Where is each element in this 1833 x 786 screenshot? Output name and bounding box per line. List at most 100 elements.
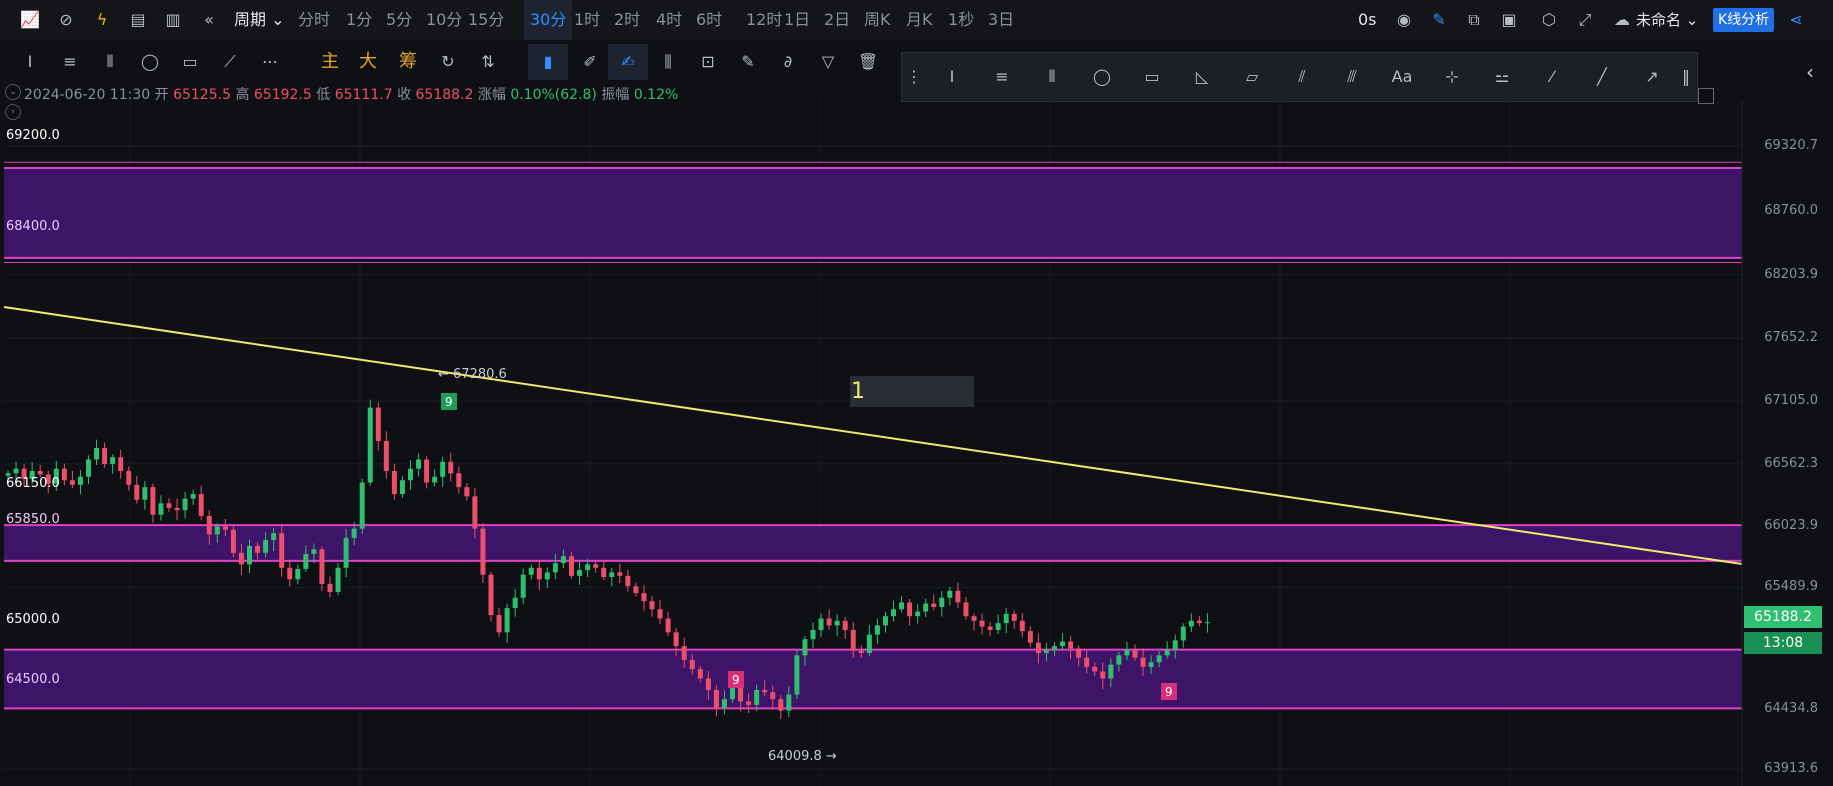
candle-body-53 <box>432 476 438 483</box>
candle-body-139 <box>1124 649 1130 656</box>
candle-body-127 <box>1027 631 1033 643</box>
candle-body-29 <box>238 552 244 565</box>
candle-body-101 <box>818 618 824 630</box>
tab-timeframe-5[interactable]: 30分 <box>524 0 573 40</box>
compare-icon[interactable]: ⇅ <box>476 50 500 74</box>
tab-timeframe-9[interactable]: 6时 <box>696 0 722 40</box>
tab-timeframe-4[interactable]: 15分 <box>468 0 504 40</box>
scroll-handle-icon[interactable]: ‖ <box>1680 65 1692 89</box>
vlines-icon[interactable]: ⦀ <box>1040 65 1064 89</box>
channel-icon[interactable]: ⫽ <box>1290 65 1314 89</box>
tab-timeframe-2[interactable]: 5分 <box>386 0 412 40</box>
candle-body-74 <box>601 567 607 577</box>
candle-body-47 <box>383 441 389 471</box>
segment-icon[interactable]: ⊹ <box>1440 65 1464 89</box>
candle-body-23 <box>190 494 196 499</box>
price-range-icon[interactable]: ⚍ <box>1490 65 1514 89</box>
open-value: 65125.5 <box>173 87 231 103</box>
hlines-icon[interactable]: ≡ <box>58 50 82 74</box>
collapse-icon[interactable]: ⌄ <box>5 84 21 100</box>
fullscreen-icon[interactable]: ⤢ <box>1573 8 1597 32</box>
k-analysis-button[interactable]: K线分析 <box>1713 8 1775 32</box>
ellipse-icon[interactable]: ◯ <box>138 50 162 74</box>
drag-handle-icon[interactable]: ⋮ <box>906 65 922 89</box>
candle-body-16 <box>134 484 140 500</box>
text-box-label: 1 <box>851 379 865 404</box>
settings-icon[interactable]: ⬡ <box>1537 8 1561 32</box>
candle-body-32 <box>263 540 269 553</box>
big-order-button[interactable]: 大 <box>356 50 380 74</box>
ruler-icon[interactable]: ✐ <box>578 50 602 74</box>
pen-icon[interactable]: ✎ <box>1427 8 1451 32</box>
magnet-icon[interactable]: ∂ <box>776 50 800 74</box>
text-cursor-icon[interactable]: Ι <box>18 50 42 74</box>
refresh-icon[interactable]: ↻ <box>436 50 460 74</box>
candle-body-4 <box>37 470 43 475</box>
tab-timeframe-8[interactable]: 4时 <box>656 0 682 40</box>
chart-icon[interactable]: 📈 <box>18 8 42 32</box>
filter-icon[interactable]: ▽ <box>816 50 840 74</box>
tab-timeframe-16[interactable]: 3日 <box>988 0 1014 40</box>
candle-body-96 <box>778 699 784 711</box>
more-icon[interactable]: ⋯ <box>258 50 282 74</box>
tab-timeframe-11[interactable]: 1日 <box>784 0 810 40</box>
countdown-label: 0s <box>1358 10 1377 29</box>
save-icon[interactable]: ▣ <box>1497 8 1521 32</box>
arrow-line-icon[interactable]: ↗ <box>1640 65 1664 89</box>
candle-body-78 <box>633 586 639 594</box>
tab-timeframe-10[interactable]: 12时 <box>746 0 782 40</box>
expand-icon[interactable]: › <box>5 104 21 120</box>
candle-body-133 <box>1076 648 1082 658</box>
share-icon[interactable]: ⋖ <box>1784 8 1808 32</box>
lightning-icon[interactable]: ϟ <box>90 8 114 32</box>
text-tool-icon[interactable]: Aa <box>1387 65 1417 89</box>
candles-icon[interactable]: ⫼ <box>656 50 680 74</box>
rewind-icon[interactable]: « <box>197 8 221 32</box>
tab-timeframe-14[interactable]: 月K <box>906 0 933 40</box>
price-chart[interactable]: ← 67280.6 64009.8 → 1 9 9 9 <box>0 0 1833 786</box>
workspace-dropdown[interactable]: 未命名 ⌄ <box>1636 0 1698 40</box>
tab-timeframe-15[interactable]: 1秒 <box>948 0 974 40</box>
candle-body-91 <box>738 685 744 702</box>
bookmark-icon[interactable]: ▮ <box>528 44 568 80</box>
triangle-icon[interactable]: ◺ <box>1190 65 1214 89</box>
rectangle-icon[interactable]: ▭ <box>178 50 202 74</box>
ellipse-icon[interactable]: ◯ <box>1090 65 1114 89</box>
tab-timeframe-6[interactable]: 1时 <box>574 0 600 40</box>
zone-0 <box>4 167 1742 258</box>
fit-icon[interactable] <box>1698 88 1714 104</box>
layout-icon[interactable]: ▥ <box>161 8 185 32</box>
lock-icon[interactable]: ⊡ <box>696 50 720 74</box>
camera-icon[interactable]: ◉ <box>1392 8 1416 32</box>
hlines-icon[interactable]: ≡ <box>990 65 1014 89</box>
fork-icon[interactable]: ⫻ <box>1340 65 1364 89</box>
candle-body-43 <box>351 528 357 538</box>
candle-body-80 <box>649 601 655 610</box>
rectangle-icon[interactable]: ▭ <box>1140 65 1164 89</box>
tab-timeframe-1[interactable]: 1分 <box>346 0 372 40</box>
draw-icon[interactable]: ✍ <box>608 44 648 80</box>
tab-timeframe-3[interactable]: 10分 <box>426 0 462 40</box>
text-cursor-icon[interactable]: Ι <box>940 65 964 89</box>
candle-body-34 <box>279 533 285 568</box>
line-icon[interactable]: ⁄ <box>1540 65 1564 89</box>
compass-icon[interactable]: ⊘ <box>54 8 78 32</box>
candle-body-19 <box>158 503 164 515</box>
tab-timeframe-13[interactable]: 周K <box>864 0 891 40</box>
chips-button[interactable]: 筹 <box>396 50 420 74</box>
main-indicator-button[interactable]: 主 <box>318 50 342 74</box>
period-dropdown[interactable]: 周期 ⌄ <box>234 0 285 40</box>
extended-line-icon[interactable]: ╱ <box>1590 65 1614 89</box>
tab-timeframe-12[interactable]: 2日 <box>824 0 850 40</box>
parallelogram-icon[interactable]: ▱ <box>1240 65 1264 89</box>
calendar-icon[interactable]: ▤ <box>126 8 150 32</box>
fan-icon[interactable]: ⟋ <box>218 50 242 74</box>
tab-timeframe-0[interactable]: 分时 <box>298 0 330 40</box>
tab-timeframe-7[interactable]: 2时 <box>614 0 640 40</box>
window-icon[interactable]: ⧉ <box>1462 8 1486 32</box>
cloud-icon[interactable]: ☁ <box>1610 8 1634 32</box>
edit-icon[interactable]: ✎ <box>736 50 760 74</box>
trash-icon[interactable]: 🗑 <box>856 50 880 74</box>
collapse-right-icon[interactable]: ‹ <box>1806 60 1814 84</box>
vlines-icon[interactable]: ⦀ <box>98 50 122 74</box>
